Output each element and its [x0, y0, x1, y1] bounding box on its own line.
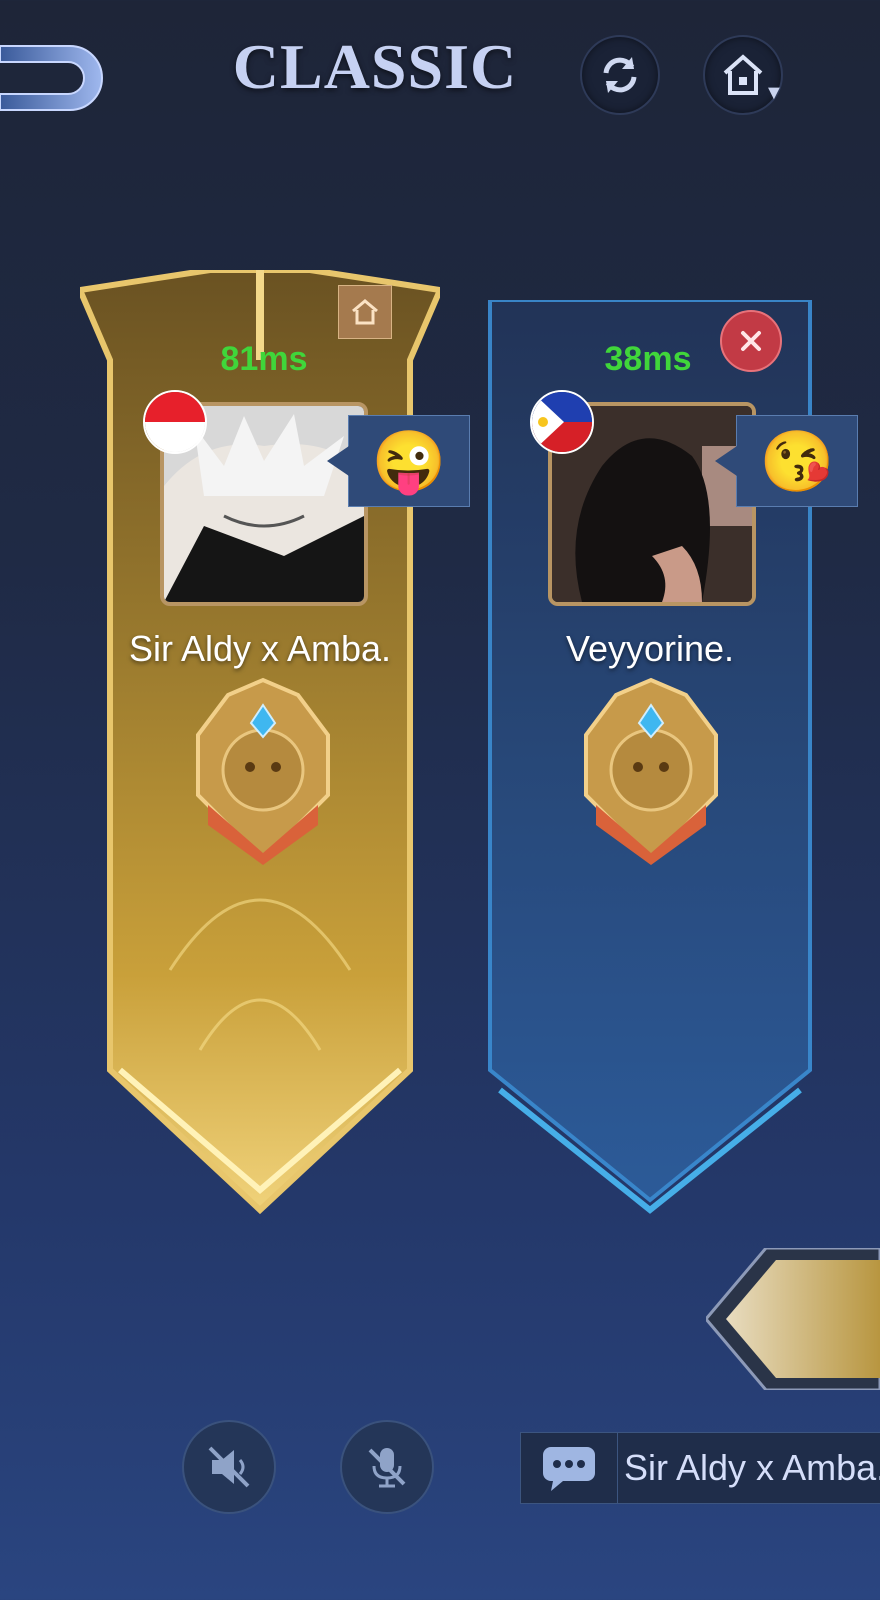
- refresh-button[interactable]: [580, 35, 660, 115]
- chevron-down-icon: ▼: [764, 82, 784, 104]
- close-icon: [741, 331, 761, 351]
- back-arrow-icon: [0, 45, 103, 111]
- speaker-toggle-button[interactable]: [182, 1420, 276, 1514]
- chat-bar[interactable]: Sir Aldy x Amba.: [520, 1432, 880, 1504]
- player-ping: 38ms: [604, 340, 692, 378]
- rank-badge-icon: [584, 677, 718, 865]
- next-arrow-button[interactable]: [706, 1248, 880, 1390]
- philippines-flag-icon: [530, 390, 594, 454]
- player-name: Sir Aldy x Amba.: [128, 628, 392, 669]
- home-icon: [723, 54, 763, 95]
- rank-badge-icon: [196, 677, 330, 865]
- player-name: Veyyorine.: [565, 628, 735, 669]
- mic-toggle-button[interactable]: [340, 1420, 434, 1514]
- indonesia-flag-icon: [143, 390, 207, 454]
- speaker-muted-icon: [208, 1446, 250, 1488]
- emote-bubble: 😜: [327, 415, 470, 507]
- kick-player-button[interactable]: [720, 310, 782, 372]
- emote-bubble: 😘: [715, 415, 858, 507]
- page-title: CLASSIC: [232, 31, 518, 102]
- chat-button[interactable]: [521, 1433, 618, 1503]
- refresh-icon: [603, 57, 637, 93]
- host-badge: [338, 285, 392, 339]
- chat-last-message: Sir Aldy x Amba.: [624, 1447, 880, 1488]
- back-button[interactable]: [0, 38, 110, 118]
- chat-bubble-icon: [543, 1447, 595, 1491]
- house-icon: [352, 299, 378, 325]
- mic-muted-icon: [368, 1448, 406, 1488]
- player-ping: 81ms: [220, 340, 308, 378]
